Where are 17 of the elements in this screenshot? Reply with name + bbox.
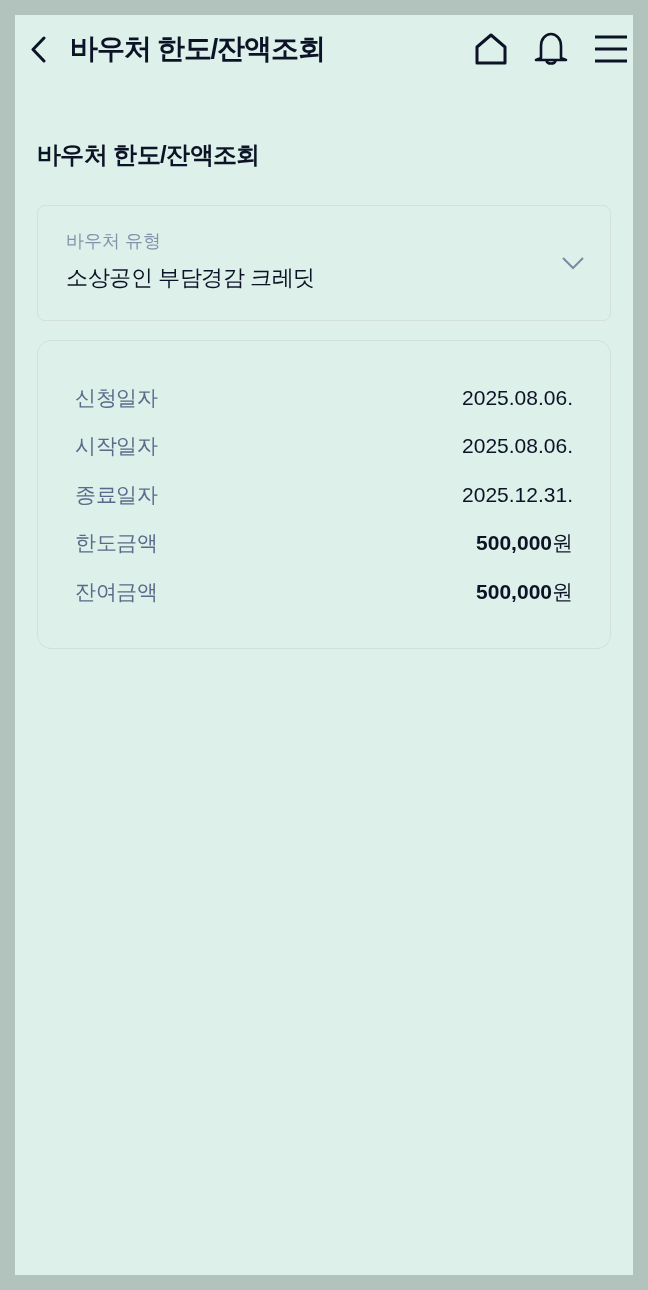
info-value: 500,000원 <box>476 578 573 605</box>
menu-icon[interactable] <box>595 35 627 63</box>
info-label: 신청일자 <box>75 384 158 411</box>
info-label: 시작일자 <box>75 433 158 459</box>
header-title: 바우처 한도/잔액조회 <box>70 32 325 66</box>
notification-bell-icon[interactable] <box>533 31 569 67</box>
info-value: 2025.08.06. <box>462 433 573 459</box>
info-label: 종료일자 <box>75 481 158 508</box>
home-icon[interactable] <box>475 33 507 65</box>
info-label: 한도금액 <box>75 530 158 556</box>
info-value: 2025.08.06. <box>462 384 573 411</box>
info-label: 잔여금액 <box>75 578 158 605</box>
section-title: 바우처 한도/잔액조회 <box>37 140 261 170</box>
info-value: 500,000원 <box>476 530 573 556</box>
voucher-type-select[interactable]: 바우처 유형 소상공인 부담경감 크레딧 <box>37 205 611 321</box>
info-value: 2025.12.31. <box>462 481 573 508</box>
chevron-down-icon <box>562 256 584 270</box>
